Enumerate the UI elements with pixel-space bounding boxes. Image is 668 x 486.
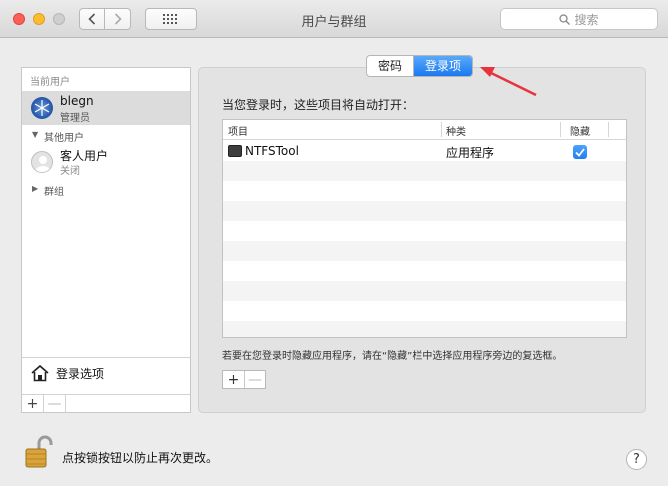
avatar bbox=[31, 97, 53, 119]
user-role: 管理员 bbox=[60, 113, 90, 124]
empty-row bbox=[223, 241, 626, 261]
person-icon bbox=[35, 156, 51, 172]
app-icon bbox=[228, 145, 242, 157]
column-separator bbox=[441, 122, 442, 137]
tab-password[interactable]: 密码 bbox=[367, 56, 415, 76]
login-items-table: 项目 种类 隐藏 NTFSTool 应用程序 bbox=[222, 119, 627, 338]
search-placeholder: 搜索 bbox=[574, 12, 599, 27]
table-header: 项目 种类 隐藏 bbox=[223, 120, 626, 140]
user-item-guest[interactable]: 客人用户 关闭 bbox=[22, 144, 190, 178]
table-add-remove: + — bbox=[222, 370, 266, 389]
user-list-sidebar: 当前用户 blegn 管理员 ▼ 其他用户 客人用户 关闭 ▶ 群组 登录选项 … bbox=[21, 67, 191, 413]
house-icon bbox=[31, 364, 49, 382]
other-users-heading: 其他用户 bbox=[44, 133, 84, 144]
tab-bar: 密码 登录项 bbox=[366, 55, 474, 77]
add-login-item-button[interactable]: + bbox=[223, 371, 244, 388]
empty-row bbox=[223, 221, 626, 241]
column-header-kind[interactable]: 种类 bbox=[446, 123, 466, 138]
remove-user-button[interactable]: — bbox=[44, 395, 66, 413]
empty-row bbox=[223, 321, 626, 337]
user-name: blegn bbox=[60, 94, 94, 108]
hide-hint-text: 若要在您登录时隐藏应用程序，请在“隐藏”栏中选择应用程序旁边的复选框。 bbox=[222, 351, 563, 362]
add-user-button[interactable]: + bbox=[22, 395, 44, 413]
remove-login-item-button[interactable]: — bbox=[244, 371, 265, 388]
empty-row bbox=[223, 281, 626, 301]
help-button[interactable]: ? bbox=[626, 449, 647, 470]
disclosure-triangle-down-icon[interactable]: ▼ bbox=[32, 130, 38, 139]
column-separator bbox=[560, 122, 561, 137]
checkmark-icon bbox=[575, 147, 585, 157]
column-header-item[interactable]: 项目 bbox=[228, 123, 248, 138]
guest-status: 关闭 bbox=[60, 166, 80, 177]
column-header-hide[interactable]: 隐藏 bbox=[570, 123, 590, 138]
groups-heading: 群组 bbox=[44, 187, 64, 198]
lock-icon[interactable] bbox=[24, 434, 54, 470]
sidebar-add-remove: + — bbox=[22, 395, 66, 413]
login-options-item[interactable]: 登录选项 bbox=[30, 364, 104, 382]
tab-login-items[interactable]: 登录项 bbox=[414, 56, 473, 76]
snowflake-icon bbox=[34, 100, 50, 116]
empty-row bbox=[223, 161, 626, 181]
row-item-name: NTFSTool bbox=[245, 144, 299, 158]
lock-hint-text: 点按锁按钮以防止再次更改。 bbox=[62, 451, 219, 465]
empty-row bbox=[223, 261, 626, 281]
current-users-heading: 当前用户 bbox=[30, 77, 70, 88]
title-bar: 用户与群组 搜索 bbox=[0, 0, 668, 38]
hide-checkbox[interactable] bbox=[573, 145, 587, 159]
empty-row bbox=[223, 301, 626, 321]
login-items-intro: 当您登录时，这些项目将自动打开： bbox=[222, 98, 415, 112]
row-item-kind: 应用程序 bbox=[446, 146, 495, 160]
empty-row bbox=[223, 201, 626, 221]
user-item-blegn[interactable]: blegn 管理员 bbox=[22, 91, 190, 125]
search-field[interactable]: 搜索 bbox=[500, 8, 658, 30]
annotation-arrow bbox=[480, 67, 537, 97]
search-icon bbox=[559, 13, 571, 25]
empty-row bbox=[223, 181, 626, 201]
divider bbox=[22, 357, 190, 358]
table-row[interactable]: NTFSTool 应用程序 bbox=[223, 141, 626, 161]
column-separator bbox=[608, 122, 609, 137]
guest-avatar bbox=[31, 151, 53, 173]
disclosure-triangle-right-icon[interactable]: ▶ bbox=[32, 184, 38, 193]
login-options-label: 登录选项 bbox=[56, 366, 105, 381]
